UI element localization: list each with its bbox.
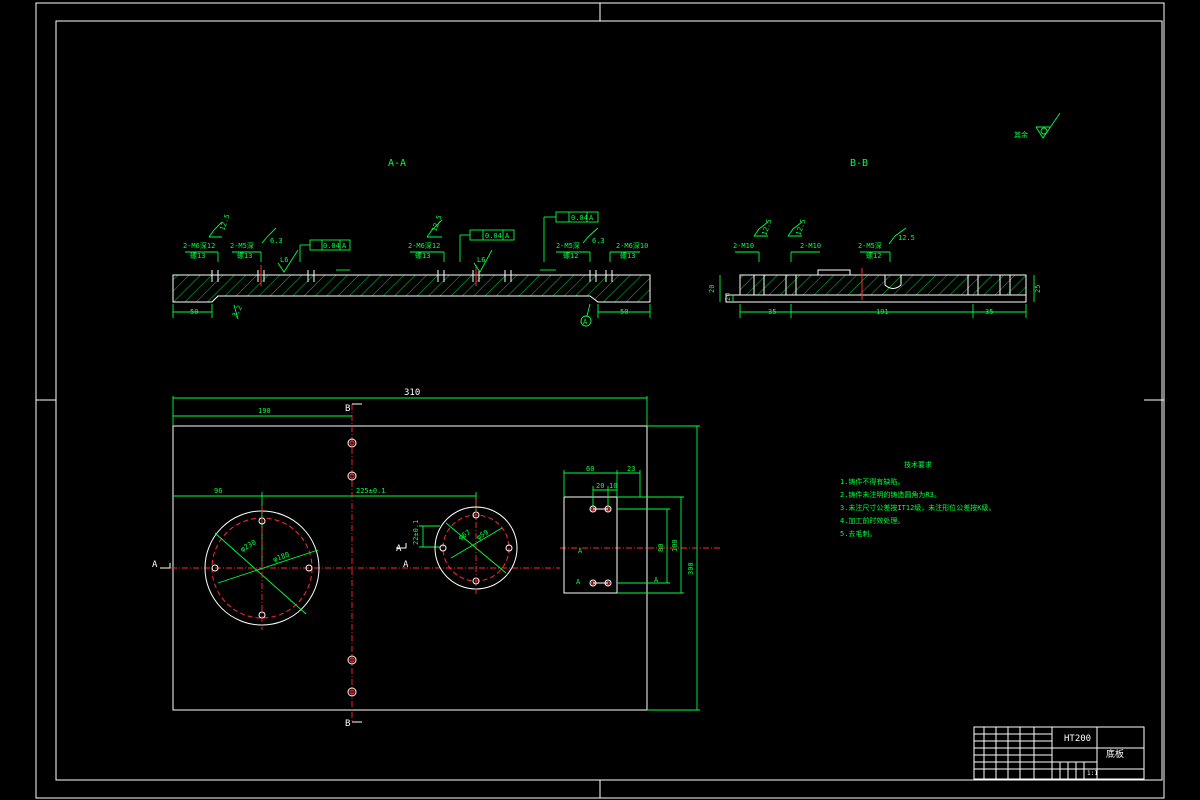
- plan-view: 310 190 96 225±0.1 300 22±0.1 φ230 φ180: [152, 388, 720, 729]
- svg-text:190: 190: [258, 407, 271, 415]
- svg-text:35: 35: [985, 308, 993, 316]
- sheet-border: [35, 2, 1165, 799]
- svg-text:3.2: 3.2: [231, 304, 244, 319]
- svg-text:L6: L6: [280, 256, 288, 264]
- svg-text:螺13: 螺13: [190, 251, 205, 260]
- svg-text:2-M10: 2-M10: [800, 242, 821, 250]
- svg-text:2-M5深: 2-M5深: [858, 241, 882, 250]
- svg-text:螺13: 螺13: [415, 251, 430, 260]
- roughness-other-label: 其余: [1014, 130, 1028, 139]
- svg-text:225±0.1: 225±0.1: [356, 487, 386, 495]
- svg-text:A: A: [505, 232, 510, 240]
- svg-text:2-M6深12: 2-M6深12: [408, 241, 440, 250]
- svg-text:φ67: φ67: [457, 528, 472, 541]
- note-1: 1.铸件不得有缺陷。: [840, 477, 904, 486]
- part-name: 底板: [1106, 748, 1124, 760]
- svg-text:80: 80: [657, 544, 665, 552]
- svg-text:20: 20: [596, 482, 604, 490]
- svg-text:10: 10: [609, 482, 617, 490]
- svg-text:50: 50: [190, 308, 198, 316]
- svg-text:2-M10: 2-M10: [733, 242, 754, 250]
- svg-text:0.04: 0.04: [323, 242, 340, 250]
- svg-text:20: 20: [724, 293, 732, 301]
- svg-text:螺13: 螺13: [620, 251, 635, 260]
- svg-text:2-M6深10: 2-M6深10: [616, 241, 648, 250]
- svg-text:A: A: [583, 318, 588, 326]
- svg-text:100: 100: [671, 539, 679, 552]
- svg-text:φ230: φ230: [239, 538, 258, 553]
- svg-text:A: A: [403, 560, 409, 570]
- scale-label: 1:1: [1087, 770, 1098, 777]
- svg-text:35: 35: [768, 308, 776, 316]
- svg-text:25: 25: [1034, 285, 1042, 293]
- section-aa-title: A-A: [388, 158, 406, 169]
- section-bb-view: 35 191 35 20 20 25 2-M10 2-M10 2-M5深 螺12…: [708, 218, 1042, 318]
- svg-text:B: B: [345, 404, 350, 414]
- svg-text:螺13: 螺13: [237, 251, 252, 260]
- svg-text:12.5: 12.5: [794, 218, 807, 237]
- svg-text:A: A: [342, 242, 347, 250]
- svg-text:2-M6深12: 2-M6深12: [183, 241, 215, 250]
- svg-text:12.5: 12.5: [760, 218, 773, 237]
- note-2: 2.铸件未注明的铸造圆角为R3。: [840, 490, 941, 499]
- svg-text:22±0.1: 22±0.1: [412, 520, 420, 545]
- svg-text:12.5: 12.5: [898, 234, 915, 242]
- svg-text:191: 191: [876, 308, 889, 316]
- technical-notes: 技术要求 1.铸件不得有缺陷。 2.铸件未注明的铸造圆角为R3。 3.未注尺寸公…: [840, 460, 996, 538]
- cad-drawing: 其余 A-A B-B 50 50 3.2 2-M6深12 螺13 2-M5深 螺…: [35, 2, 1165, 799]
- vertical-hole-row: [347, 404, 357, 722]
- svg-text:96: 96: [214, 487, 222, 495]
- svg-text:12.5: 12.5: [430, 214, 443, 233]
- svg-text:12.5: 12.5: [218, 213, 231, 232]
- svg-text:23: 23: [627, 465, 635, 473]
- general-roughness-mark: 其余: [1014, 112, 1061, 139]
- svg-text:螺12: 螺12: [866, 251, 881, 260]
- svg-text:50: 50: [620, 308, 628, 316]
- section-aa-view: 50 50 3.2 2-M6深12 螺13 2-M5深 螺13 2-M6深12 …: [172, 211, 651, 327]
- svg-text:L6: L6: [477, 256, 485, 264]
- svg-text:6.3: 6.3: [592, 237, 605, 245]
- note-4: 4.加工前时效处理。: [840, 516, 904, 525]
- svg-text:0.04: 0.04: [485, 232, 502, 240]
- svg-text:A: A: [152, 560, 158, 570]
- svg-text:A: A: [589, 214, 594, 222]
- svg-text:0.04: 0.04: [571, 214, 588, 222]
- title-block: HT200 底板 1:1: [973, 726, 1145, 780]
- svg-text:60: 60: [586, 465, 594, 473]
- svg-text:螺12: 螺12: [563, 251, 578, 260]
- svg-text:2-M5深: 2-M5深: [230, 241, 254, 250]
- svg-text:A: A: [576, 578, 581, 586]
- svg-text:20: 20: [708, 285, 716, 293]
- svg-text:6.3: 6.3: [270, 237, 283, 245]
- svg-text:B: B: [345, 719, 350, 729]
- material-label: HT200: [1064, 734, 1091, 744]
- note-3: 3.未注尺寸公差按IT12级，未注形位公差按K级。: [840, 503, 996, 512]
- side-pad: 60 23 20 10 80 100 A A A: [563, 465, 684, 594]
- section-bb-title: B-B: [850, 158, 868, 169]
- note-5: 5.去毛刺。: [840, 529, 876, 538]
- svg-text:300: 300: [687, 562, 695, 575]
- svg-text:310: 310: [404, 388, 420, 398]
- notes-title: 技术要求: [904, 460, 932, 469]
- small-flange-circle: φ67 φ59: [434, 500, 518, 596]
- svg-text:A: A: [396, 544, 402, 554]
- section-markers: A A A B B: [152, 403, 409, 729]
- svg-text:2-M5深: 2-M5深: [556, 241, 580, 250]
